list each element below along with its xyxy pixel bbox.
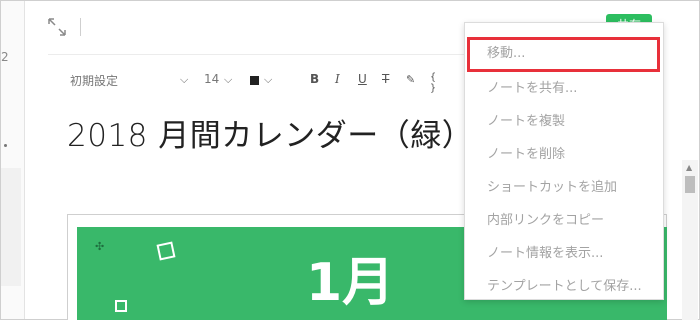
checkbox-icon	[115, 300, 127, 312]
underline-button[interactable]: U	[358, 72, 367, 86]
note-list-selected-row[interactable]	[1, 168, 21, 286]
menu-item-delete-note[interactable]: ノートを削除	[487, 143, 565, 162]
strikethrough-button[interactable]: T	[382, 72, 389, 86]
code-button[interactable]: { }	[430, 72, 436, 94]
move-icon: ✣	[95, 240, 105, 253]
highlight-box	[467, 37, 660, 72]
bold-button[interactable]: B	[310, 72, 319, 86]
menu-item-show-note-info[interactable]: ノート情報を表示...	[487, 242, 603, 261]
text-color-icon[interactable]	[250, 76, 259, 85]
toolbar-divider	[80, 18, 81, 36]
scroll-up-icon[interactable]: ▲	[686, 163, 692, 172]
chevron-down-icon[interactable]: ⌵	[224, 73, 232, 87]
note-title[interactable]: 2018 月間カレンダー（緑）	[67, 110, 473, 155]
chevron-down-icon[interactable]: ⌵	[180, 73, 188, 87]
menu-item-copy-internal-link[interactable]: 内部リンクをコピー	[487, 209, 604, 228]
menu-item-add-shortcut[interactable]: ショートカットを追加	[487, 176, 617, 195]
font-select[interactable]: 初期設定	[70, 72, 118, 89]
menu-item-save-as-template[interactable]: テンプレートとして保存...	[487, 275, 642, 294]
chevron-down-icon[interactable]: ⌵	[264, 73, 272, 87]
highlight-icon[interactable]: ✎	[406, 73, 415, 86]
calendar-month-label: 1月	[306, 253, 395, 313]
sticker-icon	[156, 241, 176, 261]
note-list-number: 2	[1, 50, 9, 64]
note-list-dot	[4, 144, 7, 147]
italic-button[interactable]: I	[335, 72, 340, 86]
scrollbar-thumb[interactable]	[685, 176, 695, 193]
menu-item-duplicate-note[interactable]: ノートを複製	[487, 110, 565, 129]
font-size-select[interactable]: 14	[204, 72, 219, 86]
menu-item-share-note[interactable]: ノートを共有...	[487, 77, 577, 96]
expand-icon[interactable]	[46, 16, 68, 38]
